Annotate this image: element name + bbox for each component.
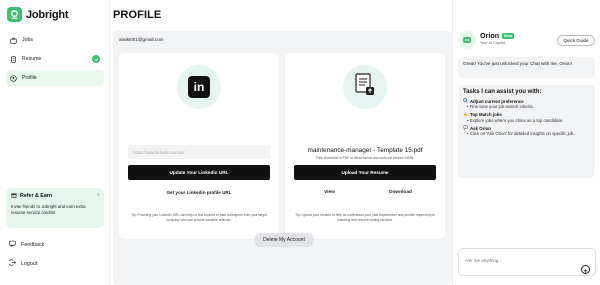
profile-panel: aiwiki001@gmail.com in Update Your Linke…	[113, 31, 452, 285]
beta-badge: Beta	[502, 32, 514, 39]
resume-card: maintenance-manager - Template 15.pdf Fi…	[285, 53, 445, 239]
logo-icon	[7, 7, 22, 22]
orion-subtitle: Your AI Copilot	[480, 41, 505, 45]
briefcase-icon	[10, 37, 17, 44]
task-top-match[interactable]: Top Match jobs Explore jobs where you sh…	[463, 111, 590, 124]
sidebar-item-label: Profile	[22, 75, 37, 81]
tasks-message: Tasks I can assist you with: Adjust curr…	[458, 85, 595, 178]
resume-icon-circle	[343, 65, 387, 109]
linkedin-icon: in	[188, 76, 210, 98]
star-icon	[463, 111, 468, 118]
chevron-right-icon: ›	[97, 192, 99, 198]
orion-name: Orion	[480, 31, 500, 40]
sidebar-nav: Jobs Resume Profile	[6, 32, 104, 89]
linkedin-tip: Tip: Providing your LinkedIn URL can hel…	[131, 213, 267, 222]
resume-actions: View Download	[294, 186, 436, 198]
chat-input-box	[458, 248, 596, 276]
orion-name-row: Orion Beta	[480, 31, 514, 40]
delete-account-button[interactable]: Delete My Account	[254, 233, 314, 247]
user-email: aiwiki001@gmail.com	[119, 37, 164, 42]
app-name: Jobright	[26, 8, 69, 21]
refer-earn-card[interactable]: Refer & Earn › Invite friends to Jobrigh…	[6, 188, 104, 228]
task-adjust-preference[interactable]: Adjust current preference Fine-tune your…	[463, 98, 590, 110]
tasks-title: Tasks I can assist you with:	[463, 89, 542, 95]
resume-file-note: Files should be in PDF or Word format an…	[316, 156, 414, 160]
download-resume-button[interactable]: Download	[365, 186, 436, 198]
resume-file-name: maintenance-manager - Template 15.pdf	[307, 147, 423, 154]
greeting-message: Great! You've just unlocked your Chat wi…	[458, 57, 595, 78]
task-desc: Click on 'Ask Orion' for detailed insigh…	[463, 131, 590, 137]
chat-input[interactable]	[465, 258, 575, 263]
quick-guide-button[interactable]: Quick Guide	[557, 35, 595, 46]
gift-icon	[11, 192, 17, 200]
logout-label: Logout	[21, 260, 38, 267]
file-icon	[354, 72, 376, 102]
logout-icon	[8, 259, 16, 268]
send-button[interactable]	[581, 265, 590, 274]
task-desc: Explore jobs where you shine as a top ca…	[463, 118, 590, 124]
jobright-logo[interactable]: Jobright	[7, 7, 69, 22]
sidebar-item-profile[interactable]: Profile	[6, 70, 104, 86]
linkedin-card: in Update Your Linkedin URL Get your Lin…	[119, 53, 279, 239]
check-icon	[92, 55, 100, 63]
sidebar-item-label: Resume	[22, 56, 42, 62]
page-title: PROFILE	[113, 9, 162, 21]
orion-avatar	[458, 31, 476, 49]
document-icon	[10, 55, 17, 63]
task-title: Ask Orion	[470, 125, 491, 131]
view-resume-button[interactable]: View	[294, 186, 365, 198]
resume-tip: Tip: Upload your resume to help us under…	[295, 213, 435, 222]
user-icon	[10, 74, 17, 82]
sidebar-item-resume[interactable]: Resume	[6, 51, 104, 67]
task-title: Top Match jobs	[470, 112, 502, 118]
sidebar-item-label: Jobs	[22, 37, 33, 43]
arrow-up-icon	[583, 261, 588, 279]
refer-description: Invite friends to Jobright and earn extr…	[11, 204, 86, 215]
refer-title: Refer & Earn	[20, 193, 53, 199]
linkedin-icon-circle: in	[177, 65, 221, 109]
logout-link[interactable]: Logout	[8, 259, 38, 268]
feedback-link[interactable]: Feedback	[9, 240, 44, 249]
sidebar-item-jobs[interactable]: Jobs	[6, 32, 104, 48]
get-linkedin-url-link[interactable]: Get your Linkedin profile URL	[128, 186, 270, 198]
feedback-label: Feedback	[21, 241, 45, 248]
sidebar: Jobright Jobs Resume Profile Refer & Ear…	[0, 0, 110, 285]
refer-title-row: Refer & Earn	[11, 192, 99, 200]
task-desc: Fine-tune your job search criteria.	[463, 104, 590, 110]
task-title: Adjust current preference	[470, 98, 524, 104]
linkedin-url-input[interactable]	[128, 145, 270, 159]
task-ask-orion[interactable]: Ask Orion Click on 'Ask Orion' for detai…	[463, 125, 590, 137]
upload-resume-button[interactable]: Upload Your Resume	[294, 165, 436, 180]
orion-chat-panel: Orion Beta Your AI Copilot Quick Guide G…	[452, 0, 600, 285]
feedback-icon	[9, 240, 16, 249]
update-linkedin-button[interactable]: Update Your Linkedin URL	[128, 165, 270, 180]
